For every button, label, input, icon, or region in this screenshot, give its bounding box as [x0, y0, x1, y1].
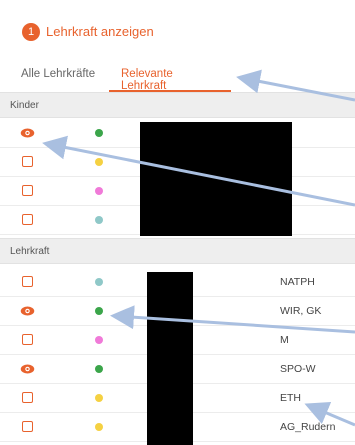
visibility-checkbox[interactable]: [22, 334, 33, 345]
color-dot: [95, 187, 103, 195]
color-dot: [95, 278, 103, 286]
teacher-filter-tabs: Alle Lehrkräfte Relevante Lehrkraft: [0, 62, 355, 92]
color-dot: [95, 394, 103, 402]
color-dot: [95, 336, 103, 344]
eye-icon[interactable]: [20, 304, 35, 316]
redacted-block-children: [140, 122, 292, 236]
tab-all-teachers[interactable]: Alle Lehrkräfte: [21, 66, 95, 92]
section-header-lehrkraft: Lehrkraft: [0, 238, 355, 264]
eye-icon[interactable]: [20, 126, 35, 138]
visibility-checkbox[interactable]: [22, 421, 33, 432]
color-dot: [95, 158, 103, 166]
color-dot: [95, 365, 103, 373]
tab-relevant-teacher[interactable]: Relevante Lehrkraft: [109, 66, 231, 92]
visibility-checkbox[interactable]: [22, 214, 33, 225]
visibility-checkbox[interactable]: [22, 185, 33, 196]
eye-icon[interactable]: [20, 362, 35, 374]
subject-code: WIR, GK: [280, 305, 322, 317]
visibility-checkbox[interactable]: [22, 392, 33, 403]
panel-header: 1 Lehrkraft anzeigen: [0, 0, 355, 62]
color-dot: [95, 307, 103, 315]
step-badge: 1: [22, 23, 40, 41]
panel-title: Lehrkraft anzeigen: [46, 24, 154, 39]
subject-code: ETH: [280, 392, 301, 404]
visibility-checkbox[interactable]: [22, 156, 33, 167]
color-dot: [95, 216, 103, 224]
color-dot: [95, 423, 103, 431]
subject-code: M: [280, 334, 289, 346]
visibility-checkbox[interactable]: [22, 276, 33, 287]
section-header-kinder: Kinder: [0, 92, 355, 118]
redacted-block-teachers: [147, 272, 193, 445]
subject-code: SPO-W: [280, 363, 316, 375]
subject-code: AG_Rudern: [280, 421, 336, 433]
subject-code: NATPH: [280, 276, 315, 288]
color-dot: [95, 129, 103, 137]
